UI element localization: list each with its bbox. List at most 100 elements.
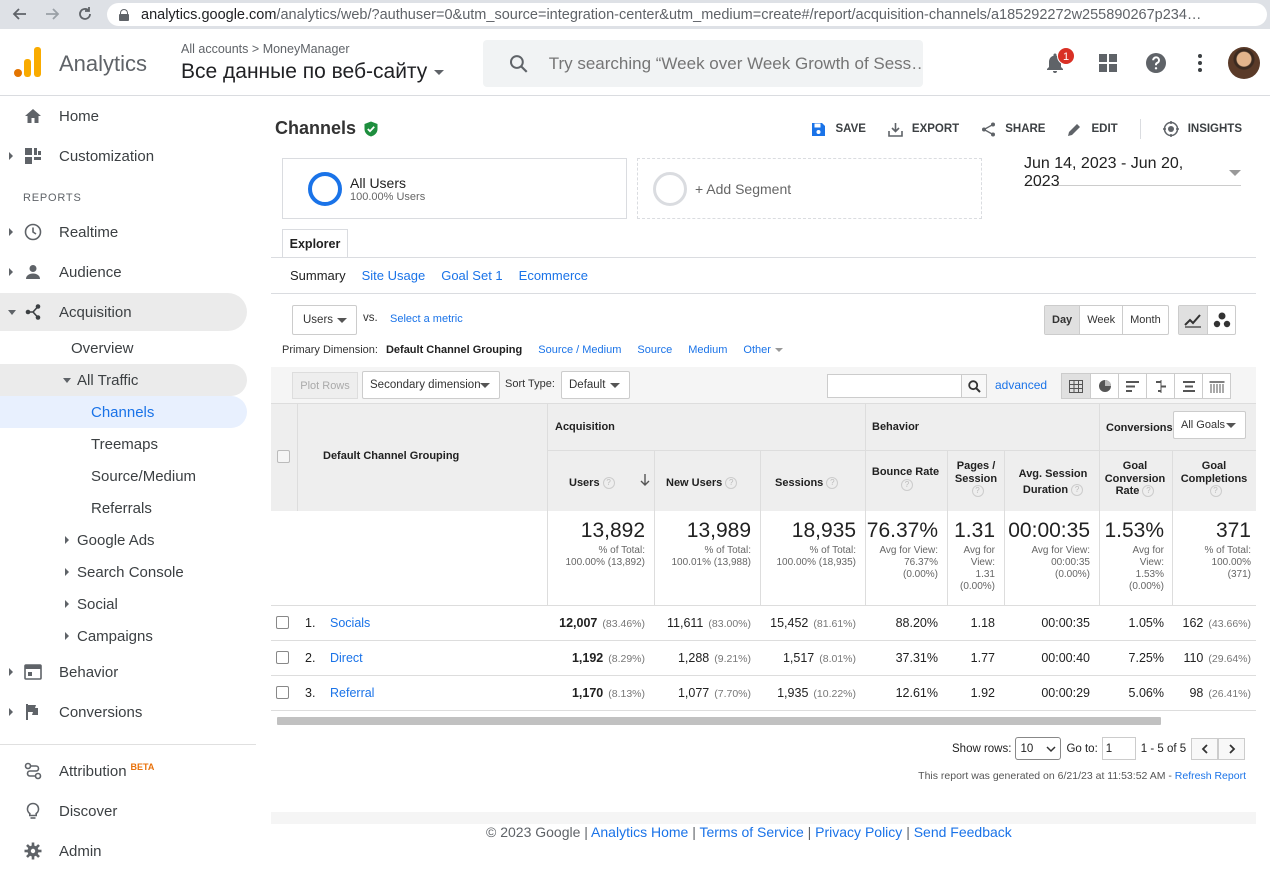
row-checkbox[interactable] <box>276 686 289 699</box>
sidebar-item-discover[interactable]: Discover <box>0 792 247 830</box>
sidebar-item-search-console[interactable]: Search Console <box>0 556 247 588</box>
line-chart-icon[interactable] <box>1179 306 1207 334</box>
help-question-icon[interactable]: ? <box>1209 485 1222 498</box>
account-breadcrumb[interactable]: All accounts > MoneyManager <box>181 42 350 56</box>
subtab-ecommerce[interactable]: Ecommerce <box>519 268 588 283</box>
help-question-icon[interactable]: ? <box>901 478 913 491</box>
export-button[interactable]: EXPORT <box>888 119 959 139</box>
add-segment-button[interactable]: + Add Segment <box>637 158 982 219</box>
comparison-view-icon[interactable] <box>1146 374 1174 398</box>
insights-button[interactable]: INSIGHTS <box>1162 119 1242 139</box>
sessions-column-header[interactable]: Sessions? <box>775 477 839 490</box>
table-filter-input[interactable] <box>828 375 961 397</box>
subtab-site-usage[interactable]: Site Usage <box>362 268 426 283</box>
sidebar-item-google-ads[interactable]: Google Ads <box>0 524 247 556</box>
performance-view-icon[interactable] <box>1118 374 1146 398</box>
help-question-icon[interactable]: ? <box>971 485 984 498</box>
terms-of-service-link[interactable]: Terms of Service <box>699 824 803 840</box>
horizontal-scrollbar[interactable] <box>277 717 1161 725</box>
channel-link[interactable]: Socials <box>330 616 370 630</box>
analytics-logo-icon[interactable] <box>14 47 42 77</box>
row-checkbox[interactable] <box>276 616 289 629</box>
prev-page-button[interactable] <box>1191 737 1219 760</box>
sidebar-item-treemaps[interactable]: Treemaps <box>0 428 247 460</box>
show-rows-select[interactable]: 10 <box>1015 737 1062 760</box>
sidebar-item-referrals[interactable]: Referrals <box>0 492 247 524</box>
back-arrow-icon[interactable] <box>6 0 34 28</box>
apps-grid-icon[interactable] <box>1096 51 1120 75</box>
dimension-medium-link[interactable]: Medium <box>688 344 727 356</box>
sidebar-item-behavior[interactable]: Behavior <box>0 653 247 691</box>
sidebar-item-realtime[interactable]: Realtime <box>0 213 247 251</box>
edit-button[interactable]: EDIT <box>1067 119 1118 139</box>
analytics-home-link[interactable]: Analytics Home <box>591 824 688 840</box>
select-all-checkbox[interactable] <box>277 450 290 463</box>
table-view-icon[interactable] <box>1062 374 1090 398</box>
pivot-view-icon[interactable] <box>1202 374 1230 398</box>
view-selector[interactable]: Все данные по веб-сайту <box>181 60 445 84</box>
goal-conversion-rate-column-header[interactable]: Goal Conversion Rate? <box>1101 460 1169 498</box>
sidebar-item-overview[interactable]: Overview <box>0 329 247 367</box>
period-week-button[interactable]: Week <box>1079 306 1122 334</box>
reload-icon[interactable] <box>71 0 99 28</box>
search-input[interactable] <box>548 53 923 74</box>
dimension-other-dropdown[interactable]: Other <box>743 344 783 356</box>
subtab-summary[interactable]: Summary <box>290 268 346 283</box>
help-question-icon[interactable]: ? <box>725 477 738 490</box>
sidebar-item-customization[interactable]: Customization <box>0 137 247 175</box>
sidebar-item-source-medium[interactable]: Source/Medium <box>0 460 247 492</box>
sidebar-item-conversions[interactable]: Conversions <box>0 693 247 731</box>
period-month-button[interactable]: Month <box>1122 306 1168 334</box>
channel-link[interactable]: Referral <box>330 686 374 700</box>
send-feedback-link[interactable]: Send Feedback <box>914 824 1012 840</box>
refresh-report-link[interactable]: Refresh Report <box>1175 770 1246 782</box>
address-bar[interactable]: analytics.google.com/analytics/web/?auth… <box>107 3 1267 26</box>
sidebar-item-campaigns[interactable]: Campaigns <box>0 620 247 652</box>
sidebar-item-attribution[interactable]: Attribution BETA <box>0 752 247 790</box>
plot-rows-button[interactable]: Plot Rows <box>292 372 358 399</box>
advanced-filter-link[interactable]: advanced <box>995 378 1047 392</box>
subtab-goal-set-1[interactable]: Goal Set 1 <box>441 268 502 283</box>
next-page-button[interactable] <box>1218 737 1246 760</box>
bounce-rate-column-header[interactable]: Bounce Rate? <box>871 466 940 491</box>
motion-chart-icon[interactable] <box>1207 306 1235 334</box>
filter-search-button[interactable] <box>961 375 986 397</box>
avatar[interactable] <box>1228 47 1260 79</box>
new-users-column-header[interactable]: New Users? <box>666 477 738 490</box>
forward-arrow-icon[interactable] <box>38 0 66 28</box>
help-question-icon[interactable]: ? <box>602 477 615 490</box>
dimension-source-link[interactable]: Source <box>637 344 672 356</box>
select-metric-link[interactable]: Select a metric <box>390 313 463 325</box>
tab-explorer[interactable]: Explorer <box>282 229 348 258</box>
help-question-icon[interactable]: ? <box>1071 484 1084 497</box>
term-cloud-view-icon[interactable] <box>1174 374 1202 398</box>
sidebar-item-admin[interactable]: Admin <box>0 832 247 870</box>
goal-completions-column-header[interactable]: Goal Completions? <box>1174 460 1254 498</box>
save-button[interactable]: SAVE <box>811 119 866 139</box>
sidebar-item-home[interactable]: Home <box>0 97 247 135</box>
sidebar-item-social[interactable]: Social <box>0 588 247 620</box>
period-day-button[interactable]: Day <box>1045 306 1080 334</box>
segment-all-users[interactable]: All Users 100.00% Users <box>282 158 627 219</box>
avg-session-duration-column-header[interactable]: Avg. Session Duration? <box>1011 466 1095 498</box>
search-bar[interactable] <box>483 40 923 87</box>
help-question-icon[interactable]: ? <box>826 477 839 490</box>
date-range-picker[interactable]: Jun 14, 2023 - Jun 20, 2023 <box>1024 155 1241 190</box>
more-vert-icon[interactable] <box>1188 51 1212 75</box>
sidebar-item-audience[interactable]: Audience <box>0 253 247 291</box>
sort-type-dropdown[interactable]: Default <box>561 371 630 399</box>
pie-view-icon[interactable] <box>1090 374 1118 398</box>
secondary-dimension-dropdown[interactable]: Secondary dimension <box>362 371 500 399</box>
goto-input[interactable]: 1 <box>1101 737 1136 760</box>
channel-link[interactable]: Direct <box>330 651 363 665</box>
pages-per-session-column-header[interactable]: Pages / Session? <box>950 460 1002 498</box>
sidebar-item-acquisition[interactable]: Acquisition <box>0 293 247 331</box>
metric-dropdown[interactable]: Users <box>292 305 357 335</box>
dimension-source-medium-link[interactable]: Source / Medium <box>538 344 621 356</box>
help-question-icon[interactable]: ? <box>1142 485 1155 498</box>
sidebar-item-all-traffic[interactable]: All Traffic <box>0 364 247 396</box>
row-checkbox[interactable] <box>276 651 289 664</box>
privacy-policy-link[interactable]: Privacy Policy <box>815 824 902 840</box>
dimension-column-header[interactable]: Default Channel Grouping <box>323 450 459 463</box>
sidebar-item-channels[interactable]: Channels <box>0 396 247 428</box>
